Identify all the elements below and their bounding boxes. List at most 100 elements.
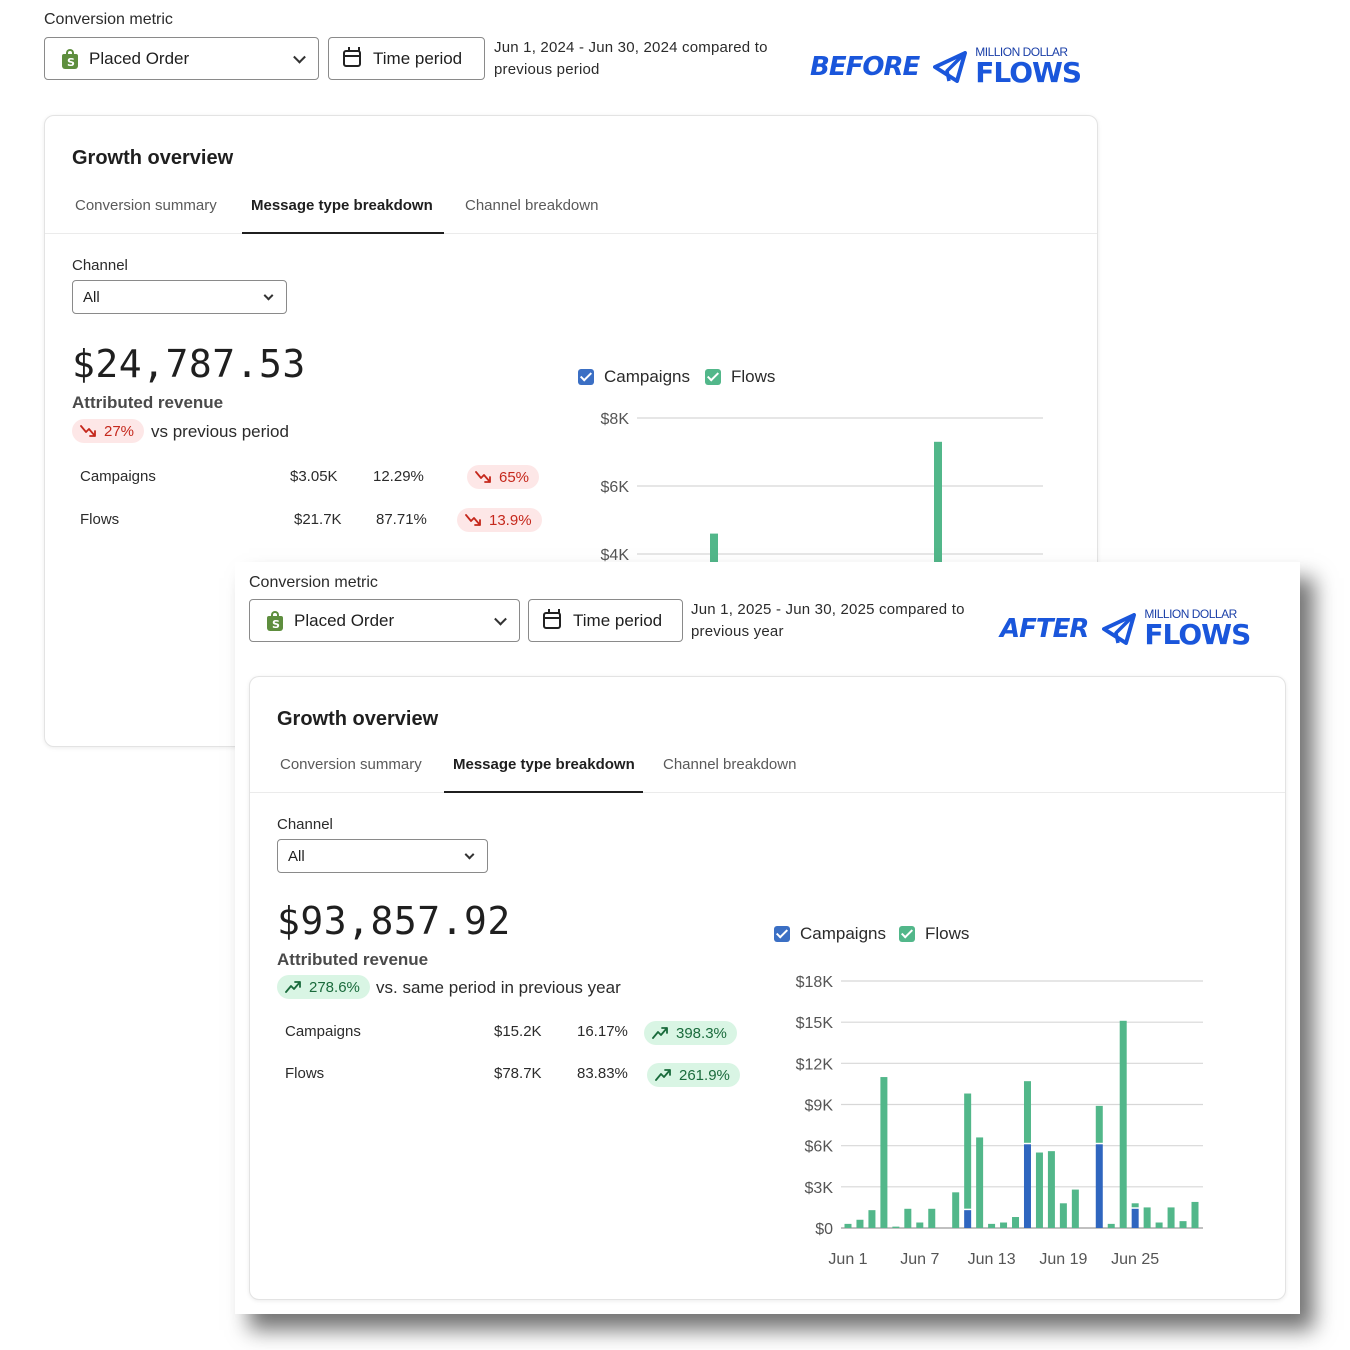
row-campaigns-value: $3.05K <box>290 468 338 485</box>
legend-campaigns[interactable]: Campaigns <box>578 367 690 387</box>
bar-flows[interactable] <box>1167 1207 1175 1228</box>
tab-message-type-breakdown[interactable]: Message type breakdown <box>453 753 635 793</box>
y-tick-label: $9K <box>805 1098 834 1115</box>
metric-select[interactable]: S Placed Order <box>44 37 319 80</box>
legend-label: Campaigns <box>604 367 690 386</box>
metric-select-value: Placed Order <box>294 610 395 630</box>
metric-select[interactable]: S Placed Order <box>249 599 520 642</box>
bar-flows[interactable] <box>1191 1201 1199 1228</box>
bar-flows[interactable] <box>1000 1222 1008 1228</box>
brand-logo-before: BEFORE MILLION DOLLAR FLOWS <box>810 46 1082 89</box>
bar-flows[interactable] <box>1047 1151 1055 1228</box>
legend-campaigns[interactable]: Campaigns <box>774 924 886 944</box>
shopify-bag-icon: S <box>61 48 79 69</box>
bar-flows[interactable] <box>1012 1217 1020 1228</box>
checkbox-checked-icon <box>705 369 721 385</box>
legend-flows[interactable]: Flows <box>705 367 775 387</box>
bar-flows[interactable] <box>1107 1223 1115 1228</box>
bar-flows[interactable] <box>1131 1203 1139 1208</box>
date-range-line2: previous period <box>494 61 600 78</box>
legend-label: Flows <box>925 924 970 943</box>
row-flows-value: $78.7K <box>494 1065 542 1082</box>
row-flows-share: 83.83% <box>577 1065 628 1082</box>
attributed-revenue-label: Attributed revenue <box>277 950 429 969</box>
time-period-button[interactable]: Time period <box>328 37 485 80</box>
paper-plane-icon <box>933 50 968 83</box>
trend-down-icon <box>475 471 491 483</box>
bar-campaigns[interactable] <box>1131 1208 1139 1228</box>
row-change-value: 13.9% <box>489 511 532 529</box>
bar-flows[interactable] <box>964 1093 972 1209</box>
time-period-label: Time period <box>373 48 463 68</box>
tab-conversion-summary[interactable]: Conversion summary <box>280 753 422 793</box>
row-flows-share: 87.71% <box>376 511 427 528</box>
bar-campaigns[interactable] <box>964 1210 972 1228</box>
bar-campaigns[interactable] <box>1095 1144 1103 1228</box>
bar-flows[interactable] <box>952 1192 960 1228</box>
bar-flows[interactable] <box>1071 1189 1079 1228</box>
bar-flows[interactable] <box>1035 1152 1043 1228</box>
bar-flows[interactable] <box>1119 1020 1127 1228</box>
legend-flows[interactable]: Flows <box>899 924 969 944</box>
y-tick-label: $0 <box>815 1221 833 1238</box>
card-title: Growth overview <box>277 708 439 730</box>
x-tick-label: Jun 7 <box>900 1251 939 1268</box>
bar-flows[interactable] <box>844 1223 852 1228</box>
bar-flows[interactable] <box>904 1208 912 1228</box>
trend-down-icon <box>465 514 481 526</box>
paper-plane-icon <box>1102 612 1137 645</box>
tab-message-type-breakdown[interactable]: Message type breakdown <box>251 194 433 234</box>
tab-channel-breakdown[interactable]: Channel breakdown <box>663 753 796 793</box>
change-description: vs. same period in previous year <box>376 978 621 997</box>
bar-flows[interactable] <box>934 441 942 566</box>
row-campaigns-name: Campaigns <box>285 1023 361 1040</box>
time-period-button[interactable]: Time period <box>528 599 683 642</box>
bar-flows[interactable] <box>1155 1222 1163 1228</box>
bar-flows[interactable] <box>1059 1203 1067 1228</box>
channel-select[interactable]: All <box>277 839 488 873</box>
change-value: 27% <box>104 422 135 440</box>
bar-flows[interactable] <box>1023 1081 1031 1143</box>
growth-overview-card: Growth overview Conversion summary Messa… <box>249 676 1286 1300</box>
bar-flows[interactable] <box>880 1077 888 1228</box>
x-tick-label: Jun 13 <box>968 1251 1016 1268</box>
channel-select[interactable]: All <box>72 280 287 314</box>
brand-logo-after: AFTER MILLION DOLLAR FLOWS <box>1000 608 1251 651</box>
tab-channel-breakdown[interactable]: Channel breakdown <box>465 194 598 234</box>
before-bar-chart: $4K$6K$8K <box>601 411 1043 566</box>
bar-campaigns[interactable] <box>1023 1144 1031 1228</box>
bar-flows[interactable] <box>856 1219 864 1228</box>
legend-label: Campaigns <box>800 924 886 943</box>
x-tick-label: Jun 19 <box>1039 1251 1087 1268</box>
row-flows-name: Flows <box>80 511 120 528</box>
row-flows-change: 261.9% <box>647 1063 740 1087</box>
card-title: Growth overview <box>72 147 234 169</box>
row-change-value: 261.9% <box>679 1066 730 1084</box>
bar-flows[interactable] <box>892 1226 900 1228</box>
bar-flows[interactable] <box>916 1222 924 1228</box>
bar-flows[interactable] <box>1143 1207 1151 1228</box>
bar-flows[interactable] <box>928 1208 936 1228</box>
brand-big-text: FLOWS <box>1144 618 1251 651</box>
date-range-line2: previous year <box>691 623 784 640</box>
bar-flows[interactable] <box>868 1210 876 1228</box>
shopify-bag-icon: S <box>266 610 284 631</box>
channel-label: Channel <box>277 816 333 833</box>
tab-conversion-summary[interactable]: Conversion summary <box>75 194 217 234</box>
row-campaigns-change: 65% <box>467 465 540 489</box>
row-change-value: 65% <box>499 468 530 486</box>
bar-flows[interactable] <box>988 1223 996 1228</box>
bar-flows[interactable] <box>1095 1105 1103 1143</box>
trend-down-icon <box>80 425 96 437</box>
conversion-metric-label: Conversion metric <box>249 574 378 591</box>
chevron-down-icon <box>293 50 306 64</box>
brand-tag: AFTER <box>1000 613 1089 644</box>
trend-up-icon <box>655 1069 671 1081</box>
channel-select-value: All <box>288 847 305 865</box>
brand-tag: BEFORE <box>810 51 920 82</box>
brand-big-text: FLOWS <box>975 56 1082 89</box>
bar-flows[interactable] <box>1179 1221 1187 1228</box>
channel-select-value: All <box>83 288 100 306</box>
change-badge: 27% <box>72 419 145 443</box>
bar-flows[interactable] <box>976 1137 984 1228</box>
